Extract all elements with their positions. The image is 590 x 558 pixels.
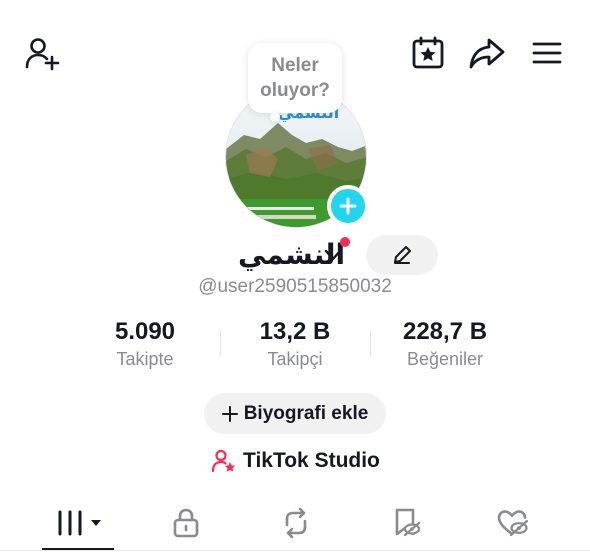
liked-hidden-icon (497, 510, 529, 537)
notification-dot (340, 237, 350, 247)
tab-reposts[interactable] (272, 504, 320, 542)
plus-icon (221, 405, 238, 422)
creator-calendar-button[interactable] (409, 34, 447, 72)
edit-profile-button[interactable] (366, 235, 438, 275)
tiktok-studio-label: TikTok Studio (243, 449, 380, 472)
stat-divider (370, 330, 371, 356)
calendar-star-icon (412, 36, 444, 69)
stat-following-label: Takipte (116, 349, 174, 369)
tab-private[interactable] (162, 504, 210, 542)
stat-likes-value: 228,7 B (402, 318, 488, 345)
menu-button[interactable] (528, 34, 566, 72)
story-bubble-tail (270, 112, 280, 122)
tab-saved[interactable] (382, 504, 430, 542)
add-friend-button[interactable] (23, 34, 61, 72)
menu-icon (532, 42, 562, 64)
add-bio-label: Biyografi ekle (243, 402, 369, 424)
story-bubble[interactable]: Neler oluyor? (248, 43, 342, 113)
repost-icon (285, 507, 307, 539)
stat-followers[interactable]: 13,2 B Takipçi (225, 318, 365, 372)
grid-icon (55, 510, 101, 536)
saved-icon (395, 508, 421, 537)
story-bubble-line1: Neler (271, 55, 319, 76)
chevron-down-icon (324, 249, 342, 261)
tabs-divider (0, 550, 590, 551)
add-story-button[interactable] (327, 185, 369, 227)
stat-following-value: 5.090 (114, 318, 176, 345)
stat-following[interactable]: 5.090 Takipte (75, 318, 215, 372)
account-switcher-button[interactable] (324, 248, 342, 262)
tab-liked[interactable] (489, 504, 537, 542)
lock-icon (173, 508, 199, 538)
stat-divider (220, 330, 221, 356)
plus-icon (339, 197, 357, 215)
add-friend-icon (25, 38, 60, 71)
stat-followers-value: 13,2 B (259, 318, 331, 345)
pencil-icon (394, 246, 411, 264)
share-icon (469, 38, 505, 69)
stat-likes[interactable]: 228,7 B Beğeniler (375, 318, 515, 372)
story-bubble-line2: oluyor? (260, 80, 330, 101)
add-bio-button[interactable]: Biyografi ekle (204, 393, 386, 434)
user-star-icon (211, 449, 236, 473)
stat-likes-label: Beğeniler (406, 349, 484, 369)
tab-videos[interactable] (42, 504, 114, 542)
stat-followers-label: Takipçi (267, 349, 323, 369)
username: @user2590515850032 (198, 276, 392, 297)
share-button[interactable] (468, 34, 506, 72)
tiktok-studio-link[interactable]: TikTok Studio (211, 447, 380, 475)
